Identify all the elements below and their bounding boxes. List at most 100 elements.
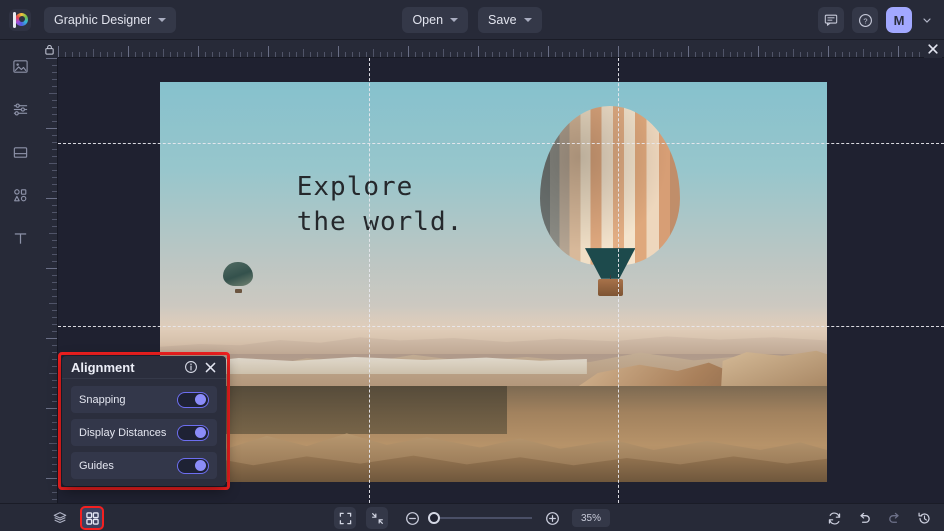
sidebar-item-adjustments[interactable] <box>6 95 34 123</box>
ruler-tick <box>905 52 906 57</box>
ruler-tick <box>779 52 780 57</box>
ruler-tick <box>52 401 57 402</box>
help-button[interactable]: ? <box>852 7 878 33</box>
ruler-tick <box>800 52 801 57</box>
ruler-tick <box>240 52 241 57</box>
ruler-tick <box>52 212 57 213</box>
ruler-tick <box>226 52 227 57</box>
ruler-tick <box>156 52 157 57</box>
ruler-tick <box>170 52 171 57</box>
ruler-tick <box>52 471 57 472</box>
ruler-tick <box>331 52 332 57</box>
zoom-out-button[interactable] <box>402 508 422 528</box>
alignment-close-button[interactable] <box>204 361 217 374</box>
color-wheel-b-logo[interactable] <box>9 9 31 31</box>
undo-icon <box>857 511 872 526</box>
ruler-tick <box>849 52 850 57</box>
zoom-slider-track[interactable] <box>432 517 532 519</box>
horizontal-ruler[interactable] <box>58 40 944 58</box>
ruler-tick <box>828 46 829 57</box>
ruler-tick <box>86 52 87 57</box>
ruler-tick <box>268 46 269 57</box>
hot-air-balloon[interactable] <box>540 106 680 298</box>
ruler-tick <box>674 52 675 57</box>
canvas-headline[interactable]: Explore the world. <box>297 170 464 239</box>
guides-toggle[interactable] <box>177 458 209 474</box>
open-button-label: Open <box>412 13 443 27</box>
refresh-button[interactable] <box>824 508 844 528</box>
ruler-tick <box>52 121 57 122</box>
zoom-level-display[interactable]: 35% <box>572 509 610 527</box>
history-button[interactable] <box>914 508 934 528</box>
ruler-tick <box>52 86 57 87</box>
sidebar-item-text[interactable] <box>6 224 34 252</box>
logo-stem <box>13 12 16 28</box>
ruler-tick <box>814 52 815 57</box>
undo-button[interactable] <box>854 508 874 528</box>
ruler-tick <box>52 296 57 297</box>
close-ruler-button[interactable] <box>924 40 942 58</box>
vertical-ruler[interactable] <box>40 58 58 503</box>
ruler-tick <box>135 52 136 57</box>
sidebar-item-elements[interactable] <box>6 181 34 209</box>
ruler-tick <box>247 52 248 57</box>
zoom-in-button[interactable] <box>542 508 562 528</box>
artboard[interactable]: Explore the world. <box>160 82 827 482</box>
ruler-tick <box>142 52 143 57</box>
ruler-tick <box>52 499 57 500</box>
ruler-tick <box>49 233 57 234</box>
ruler-tick <box>583 49 584 57</box>
ruler-tick <box>310 52 311 57</box>
avatar[interactable]: M <box>886 7 912 33</box>
ruler-tick <box>576 52 577 57</box>
alignment-row-guides[interactable]: Guides <box>71 452 217 479</box>
ruler-tick <box>765 52 766 57</box>
alignment-row-label: Display Distances <box>79 427 171 439</box>
ruler-lock[interactable] <box>40 40 58 58</box>
redo-button[interactable] <box>884 508 904 528</box>
logo-container[interactable] <box>0 9 40 31</box>
ruler-tick <box>52 100 57 101</box>
save-button-label: Save <box>488 13 517 27</box>
ruler-tick <box>52 366 57 367</box>
zoom-out-icon <box>405 511 420 526</box>
save-button[interactable]: Save <box>478 7 542 33</box>
project-dropdown[interactable]: Graphic Designer <box>44 7 176 33</box>
comment-button[interactable] <box>818 7 844 33</box>
ruler-tick <box>373 49 374 57</box>
ruler-tick <box>52 457 57 458</box>
zoom-slider-knob[interactable] <box>428 512 440 524</box>
ruler-tick <box>807 52 808 57</box>
ruler-tick <box>49 373 57 374</box>
ruler-tick <box>52 387 57 388</box>
ruler-tick <box>639 52 640 57</box>
ruler-tick <box>863 49 864 57</box>
display-distances-toggle[interactable] <box>177 425 209 441</box>
ruler-tick <box>46 128 57 129</box>
zoom-level-value: 35% <box>581 513 601 524</box>
shrink-to-fit-button[interactable] <box>366 507 388 529</box>
alignment-row-display-distances[interactable]: Display Distances <box>71 419 217 446</box>
fit-screen-button[interactable] <box>334 507 356 529</box>
ruler-tick <box>46 198 57 199</box>
sidebar-item-layouts[interactable] <box>6 138 34 166</box>
ruler-tick <box>65 52 66 57</box>
ruler-tick <box>786 52 787 57</box>
image-icon <box>12 58 29 75</box>
ruler-tick <box>52 170 57 171</box>
zoom-slider[interactable] <box>432 517 532 519</box>
ruler-tick <box>219 52 220 57</box>
ruler-tick <box>72 52 73 57</box>
ruler-tick <box>555 52 556 57</box>
snapping-toggle[interactable] <box>177 392 209 408</box>
ruler-tick <box>52 107 57 108</box>
ruler-tick <box>52 415 57 416</box>
account-chevron-down-icon[interactable] <box>920 15 934 25</box>
alignment-info-button[interactable] <box>184 360 198 374</box>
sidebar-item-photos[interactable] <box>6 52 34 80</box>
open-button[interactable]: Open <box>402 7 468 33</box>
alignment-row-snapping[interactable]: Snapping <box>71 386 217 413</box>
ruler-tick <box>646 52 647 57</box>
ruler-tick <box>744 52 745 57</box>
project-dropdown-label: Graphic Designer <box>54 13 151 27</box>
